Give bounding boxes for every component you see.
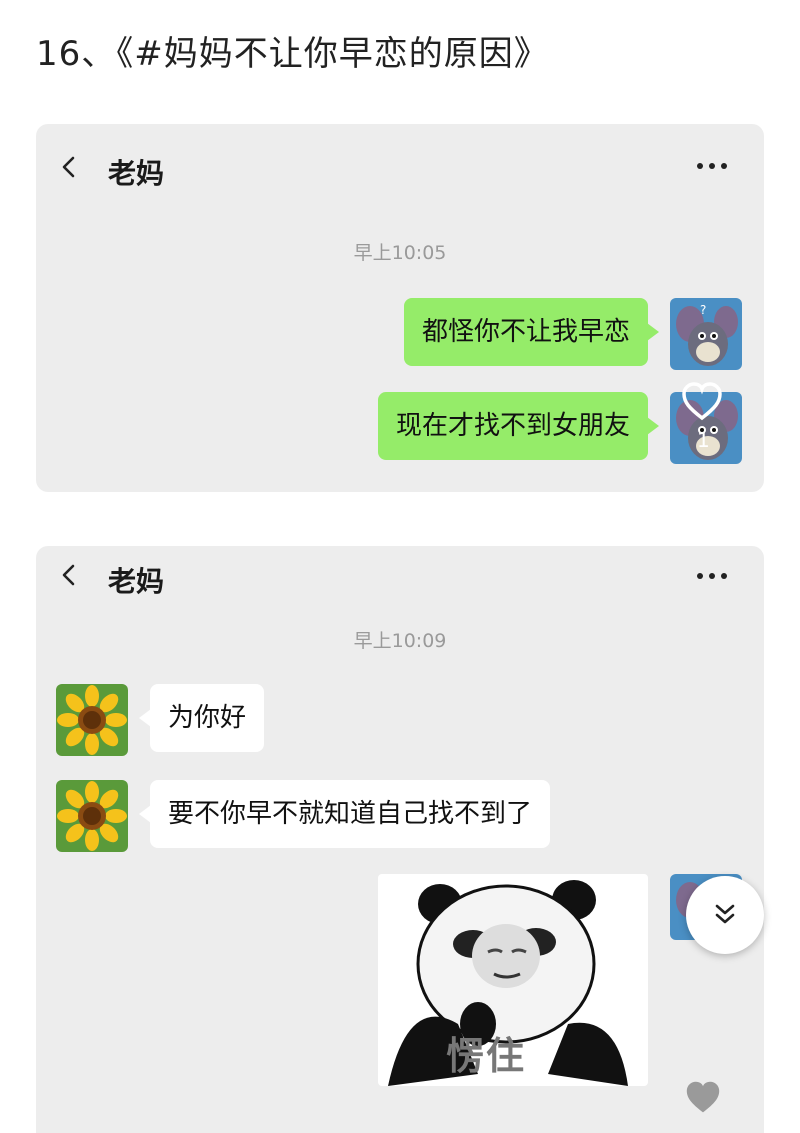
panda-sticker[interactable]: 愣住 bbox=[378, 874, 648, 1086]
avatar-sunflower[interactable] bbox=[56, 684, 128, 756]
double-chevron-down-icon bbox=[715, 904, 735, 924]
message-timestamp: 早上10:09 bbox=[353, 630, 447, 652]
chevron-left-icon[interactable] bbox=[58, 564, 80, 586]
message-bubble-received[interactable]: 要不你早不就知道自己找不到了 bbox=[138, 780, 551, 848]
more-dots-icon[interactable] bbox=[694, 160, 730, 172]
message-bubble-received[interactable]: 为你好 bbox=[138, 684, 265, 752]
more-dots-icon[interactable] bbox=[694, 570, 730, 582]
sticker-caption: 愣住 bbox=[446, 1034, 527, 1078]
avatar-sunflower[interactable] bbox=[56, 780, 128, 852]
scroll-down-button[interactable] bbox=[686, 876, 764, 954]
chevron-left-icon[interactable] bbox=[58, 156, 80, 178]
page-title: 16、《#妈妈不让你早恋的原因》 bbox=[36, 34, 549, 74]
contact-name: 老妈 bbox=[108, 565, 165, 598]
contact-name: 老妈 bbox=[108, 157, 165, 190]
svg-text:?: ? bbox=[700, 303, 706, 317]
chat-screenshot-1: 老妈 早上10:05 都怪你不让我早恋 ? 现在才找不到女朋友 bbox=[36, 124, 764, 492]
avatar-cat[interactable]: ? bbox=[670, 298, 742, 370]
message-timestamp: 早上10:05 bbox=[353, 242, 447, 264]
message-bubble-sent[interactable]: 现在才找不到女朋友 bbox=[377, 392, 660, 460]
heart-icon[interactable] bbox=[681, 382, 723, 422]
chat-screenshot-2: 老妈 早上10:09 为你好 要不你早不就知道自己找不到了 愣住 bbox=[36, 546, 764, 1133]
message-bubble-sent[interactable]: 都怪你不让我早恋 bbox=[403, 298, 660, 366]
heart-icon[interactable] bbox=[683, 1080, 723, 1116]
like-count: 1 bbox=[697, 428, 710, 452]
